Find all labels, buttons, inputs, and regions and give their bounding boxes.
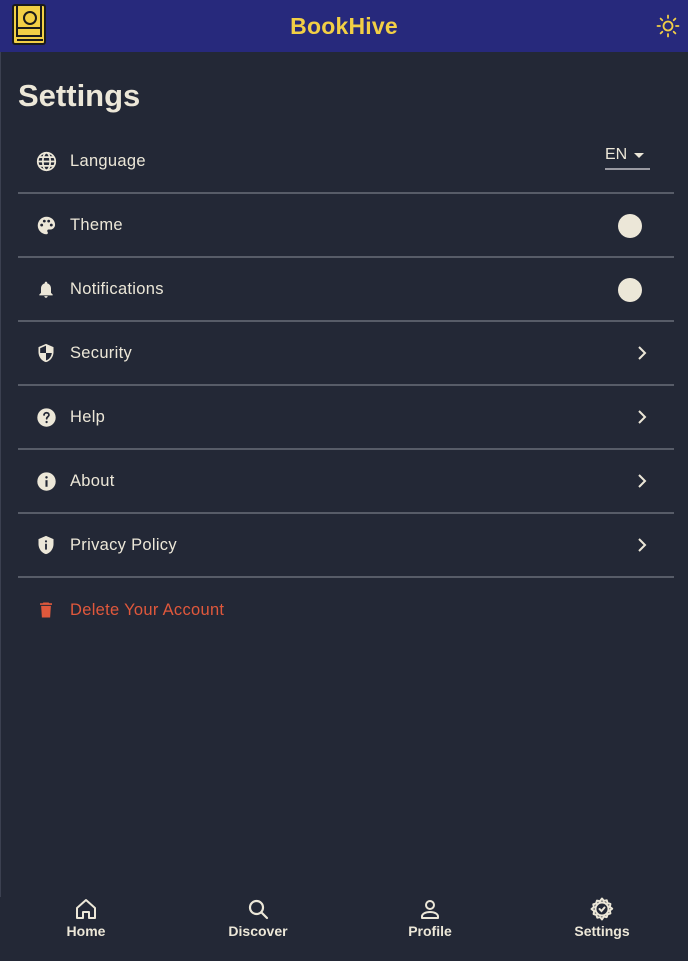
nav-profile[interactable]: Profile [344,897,516,961]
home-icon [74,897,98,921]
chevron-right-icon [634,536,650,554]
theme-row: Theme [18,194,674,258]
globe-icon [35,150,57,172]
shield-icon [35,342,57,364]
bottom-nav: Home Discover Profile Settings [0,897,688,961]
security-label: Security [70,343,133,362]
privacy-policy-label: Privacy Policy [70,535,177,554]
gear-icon [590,897,614,921]
app-bar: BookHive [0,0,688,52]
delete-account-label: Delete Your Account [70,600,225,619]
palette-icon [35,214,57,236]
notifications-row: Notifications [18,258,674,322]
language-label: Language [70,151,146,170]
page-title: Settings [18,78,141,113]
language-value: EN [605,146,628,163]
about-label: About [70,471,115,490]
nav-home-label: Home [66,923,106,939]
app-title: BookHive [290,12,398,39]
delete-account-row[interactable]: Delete Your Account [18,578,674,642]
chevron-right-icon [634,472,650,490]
about-row[interactable]: About [18,450,674,514]
info-icon [35,470,57,492]
caret-down-icon [634,153,644,158]
nav-settings-label: Settings [574,923,630,939]
theme-label: Theme [70,215,123,234]
nav-profile-label: Profile [408,923,452,939]
nav-discover[interactable]: Discover [172,897,344,961]
chevron-right-icon [634,344,650,362]
nav-discover-label: Discover [228,923,288,939]
notifications-toggle[interactable] [618,278,642,302]
help-row[interactable]: Help [18,386,674,450]
help-circle-icon [35,406,57,428]
language-row: Language EN [18,130,674,194]
theme-toggle[interactable] [618,214,642,238]
language-select[interactable]: EN [605,142,650,170]
search-icon [246,897,270,921]
privacy-policy-row[interactable]: Privacy Policy [18,514,674,578]
security-row[interactable]: Security [18,322,674,386]
notifications-label: Notifications [70,279,164,298]
trash-icon [35,599,57,621]
chevron-right-icon [634,408,650,426]
nav-home[interactable]: Home [0,897,172,961]
settings-list: Language EN Theme Notifications Security… [18,130,674,642]
book-logo-icon [12,4,46,45]
help-label: Help [70,407,106,426]
sun-icon[interactable] [656,14,680,38]
person-icon [418,897,442,921]
settings-page: Settings Language EN Theme Notifications… [0,52,688,897]
privacy-shield-icon [35,534,57,556]
bell-icon [35,278,57,300]
nav-settings[interactable]: Settings [516,897,688,961]
